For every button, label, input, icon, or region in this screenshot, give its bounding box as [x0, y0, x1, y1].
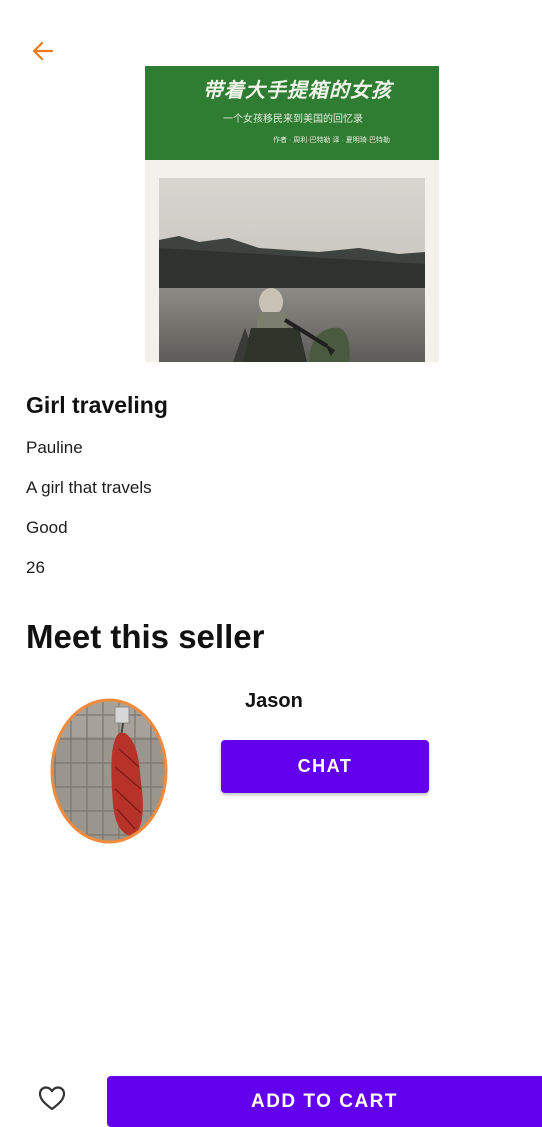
cover-photo [159, 178, 425, 362]
book-description: A girl that travels [26, 478, 152, 497]
book-title: Girl traveling [26, 392, 168, 418]
heart-outline-icon [38, 1086, 66, 1111]
cover-author-text: 作者 · 周利·巴特勒 译 · 夏明琦·巴特勒 [273, 137, 391, 144]
book-author: Pauline [26, 438, 83, 457]
chat-button[interactable]: CHAT [221, 740, 429, 793]
book-cover-image: 带着大手提箱的女孩 一个女孩移民来到美国的回忆录 作者 · 周利·巴特勒 译 ·… [145, 66, 439, 362]
arrow-left-icon [32, 41, 54, 61]
seller-avatar[interactable] [49, 697, 169, 845]
seller-section-heading: Meet this seller [26, 618, 265, 655]
favorite-button[interactable] [34, 1080, 70, 1116]
cover-subtitle-text: 一个女孩移民来到美国的回忆录 [223, 114, 363, 125]
cover-title-text: 带着大手提箱的女孩 [203, 78, 392, 102]
seller-name: Jason [245, 690, 303, 712]
add-to-cart-button[interactable]: ADD TO CART [107, 1076, 542, 1127]
book-price: 26 [26, 558, 45, 577]
back-button[interactable] [26, 34, 60, 68]
book-condition: Good [26, 518, 68, 537]
